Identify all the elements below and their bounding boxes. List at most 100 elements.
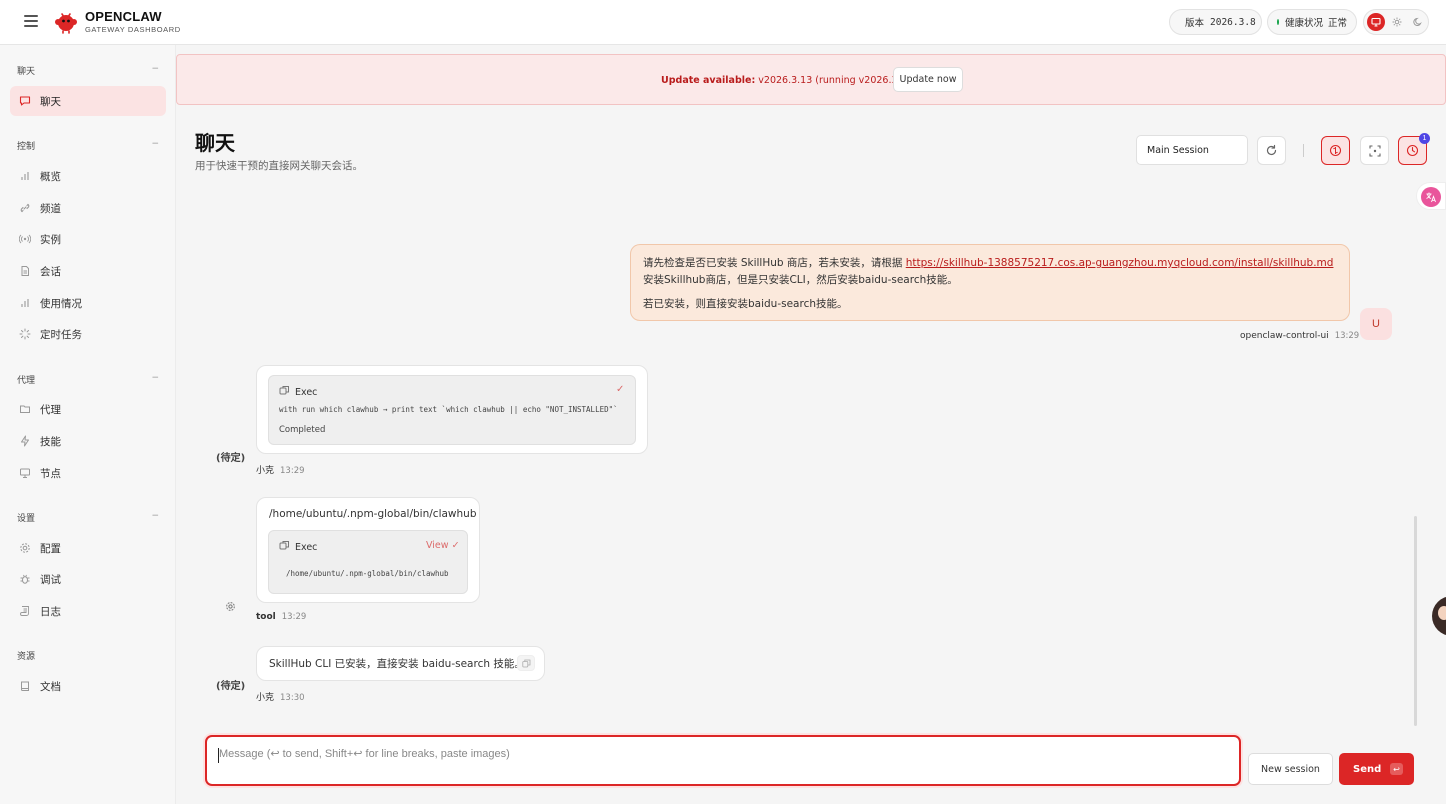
update-prefix: Update available: [661, 75, 756, 86]
page-subtitle: 用于快速干预的直接网关聊天会话。 [195, 160, 363, 172]
brand-subtitle: GATEWAY DASHBOARD [85, 25, 181, 34]
focus-icon [1368, 144, 1381, 157]
new-session-button[interactable]: New session [1248, 753, 1333, 785]
sidebar-item-agents[interactable]: 代理 [10, 394, 166, 424]
session-select[interactable]: Main Session [1136, 135, 1248, 165]
health-pill: 健康状况 正常 [1267, 9, 1357, 35]
translate-button[interactable] [1416, 182, 1446, 210]
check-icon: ✓ [616, 384, 625, 395]
monitor-icon [19, 467, 31, 479]
sidebar-item-chat[interactable]: 聊天 [10, 86, 166, 116]
user-avatar: U [1360, 308, 1392, 340]
collapse-icon[interactable]: − [151, 373, 159, 383]
sidebar-section-agents[interactable]: 代理 − [17, 373, 159, 386]
sidebar-item-overview[interactable]: 概览 [10, 161, 166, 191]
sidebar-section-control[interactable]: 控制 − [17, 139, 159, 152]
sidebar-item-label: 技能 [40, 435, 61, 448]
bar-chart-icon [19, 170, 31, 182]
toolbar-divider [1303, 144, 1304, 157]
health-value: 正常 [1327, 18, 1347, 29]
monitor-icon[interactable] [1367, 13, 1385, 31]
assistant-message-meta: 小克 13:29 [256, 463, 305, 476]
user-message-line2: 若已安装，则直接安装baidu-search技能。 [643, 298, 848, 310]
sidebar-item-nodes[interactable]: 节点 [10, 458, 166, 488]
copy-button[interactable] [517, 655, 535, 671]
tool-output-bubble: /home/ubuntu/.npm-global/bin/clawhub Exe… [256, 497, 480, 603]
version-value: 2026.3.8 [1210, 16, 1256, 28]
sender-name: 小克 [256, 466, 275, 476]
tool-card-header: Exec [279, 385, 317, 399]
tool-output-text: /home/ubuntu/.npm-global/bin/clawhub [269, 508, 477, 520]
tool-name: Exec [295, 541, 318, 553]
user-message-meta: openclaw-control-ui 13:29 [1240, 331, 1359, 341]
tool-result-card[interactable]: Exec View ✓ /home/ubuntu/.npm-global/bin… [268, 530, 468, 594]
sender-name: openclaw-control-ui [1240, 331, 1329, 341]
message-time: 13:29 [280, 466, 305, 476]
sun-icon[interactable] [1388, 13, 1406, 31]
collapse-icon[interactable]: − [151, 511, 159, 521]
book-icon [19, 680, 31, 692]
sidebar-item-channels[interactable]: 频道 [10, 193, 166, 223]
translate-icon [1421, 187, 1441, 207]
sidebar-item-config[interactable]: 配置 [10, 533, 166, 563]
page-title: 聊天 [195, 131, 235, 155]
notification-badge: 1 [1419, 133, 1430, 144]
tool-icon [279, 540, 290, 554]
tool-name: Exec [295, 386, 318, 398]
assistant-message-meta: 小克 13:30 [256, 690, 305, 703]
tool-call-card[interactable]: Exec ✓ with run which clawhub → print te… [268, 375, 636, 445]
gear-icon [216, 593, 244, 619]
check-icon: ✓ [451, 540, 460, 551]
sender-name: 小克 [256, 693, 275, 703]
sidebar-item-label: 使用情况 [40, 297, 82, 310]
refresh-button[interactable] [1257, 136, 1286, 165]
collapse-icon[interactable]: − [151, 139, 159, 149]
sidebar-item-usage[interactable]: 使用情况 [10, 288, 166, 318]
sidebar-item-label: 概览 [40, 170, 61, 183]
sidebar-section-resources[interactable]: 资源 [17, 649, 159, 662]
health-status-dot [1277, 19, 1279, 25]
assistant-message-bubble: SkillHub CLI 已安装，直接安装 baidu-search 技能。 [256, 646, 545, 681]
refresh-icon [1266, 144, 1277, 156]
update-banner: Update available: v2026.3.13 (running v2… [176, 54, 1446, 105]
thinking-toggle-button[interactable] [1321, 136, 1350, 165]
sidebar-item-label: 定时任务 [40, 328, 82, 341]
sidebar-item-skills[interactable]: 技能 [10, 426, 166, 456]
view-output-link[interactable]: View ✓ [426, 540, 460, 551]
section-title: 聊天 [17, 67, 36, 77]
bar-chart-icon [19, 297, 31, 309]
sidebar-item-docs[interactable]: 文档 [10, 671, 166, 701]
message-time: 13:29 [1334, 331, 1360, 341]
message-composer[interactable] [205, 735, 1241, 786]
sidebar-item-label: 聊天 [40, 95, 61, 108]
sidebar-item-label: 文档 [40, 680, 61, 693]
sidebar-section-chat[interactable]: 聊天 − [17, 64, 159, 77]
tool-command: /home/ubuntu/.npm-global/bin/clawhub [286, 569, 449, 578]
assistant-avatar-fab[interactable] [1432, 596, 1446, 636]
message-text: 请先检查是否已安装 SkillHub 商店，若未安装，请根据 [643, 257, 906, 269]
menu-icon[interactable] [24, 15, 38, 27]
gear-icon [19, 542, 31, 554]
sidebar-section-settings[interactable]: 设置 − [17, 511, 159, 524]
send-button[interactable]: Send ↩ [1339, 753, 1414, 785]
history-button[interactable]: 1 [1398, 133, 1430, 165]
skillhub-install-link[interactable]: https://skillhub-1388575217.cos.ap-guang… [906, 257, 1334, 269]
moon-icon[interactable] [1409, 13, 1427, 31]
focus-mode-button[interactable] [1360, 136, 1389, 165]
document-icon [19, 265, 31, 277]
chat-scrollbar[interactable] [1414, 516, 1417, 726]
sidebar-item-sessions[interactable]: 会话 [10, 256, 166, 286]
message-time: 13:29 [281, 612, 307, 622]
tool-command: with run which clawhub → print text `whi… [279, 405, 618, 414]
sidebar-item-debug[interactable]: 调试 [10, 564, 166, 594]
sidebar-item-instances[interactable]: 实例 [10, 224, 166, 254]
sidebar-item-cron[interactable]: 定时任务 [10, 319, 166, 349]
update-now-button[interactable]: Update now [893, 67, 963, 92]
enter-key-icon: ↩ [1390, 763, 1403, 775]
sidebar-item-logs[interactable]: 日志 [10, 596, 166, 626]
sidebar-item-label: 实例 [40, 233, 61, 246]
sender-name: tool [256, 612, 276, 622]
message-input[interactable] [219, 747, 1219, 775]
collapse-icon[interactable]: − [151, 64, 159, 74]
section-title: 控制 [17, 142, 36, 152]
